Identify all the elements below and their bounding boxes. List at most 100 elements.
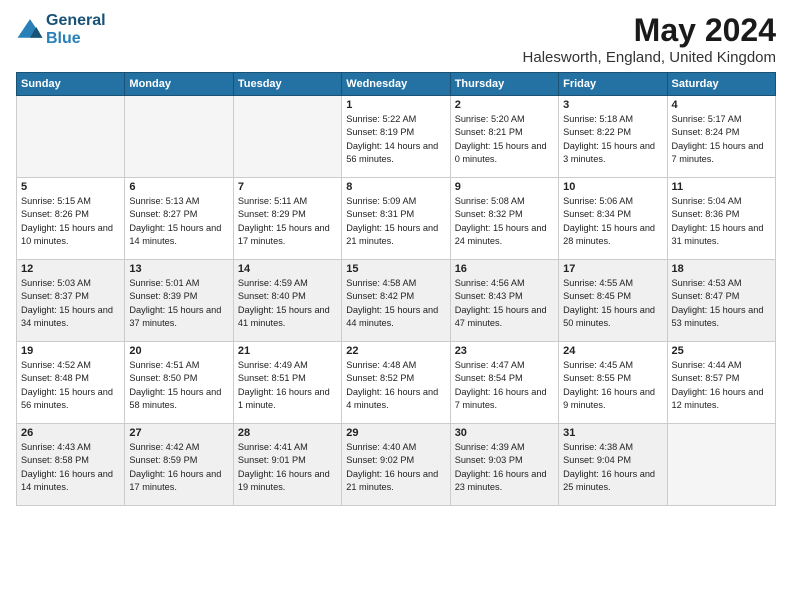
calendar-week-row: 19 Sunrise: 4:52 AMSunset: 8:48 PMDayligh… — [17, 342, 776, 424]
calendar-week-row: 1 Sunrise: 5:22 AMSunset: 8:19 PMDaylight… — [17, 96, 776, 178]
calendar-cell: 5Sunrise: 5:15 AMSunset: 8:26 PMDaylight… — [17, 178, 125, 260]
calendar-cell: 8Sunrise: 5:09 AMSunset: 8:31 PMDaylight… — [342, 178, 450, 260]
day-info: Sunrise: 5:06 AMSunset: 8:34 PMDaylight:… — [563, 195, 662, 248]
header-tuesday: Tuesday — [233, 73, 341, 96]
calendar-cell: 25Sunrise: 4:44 AMSunset: 8:57 PMDayligh… — [667, 342, 775, 424]
calendar-cell: 7Sunrise: 5:11 AMSunset: 8:29 PMDaylight… — [233, 178, 341, 260]
day-number: 29 — [346, 427, 445, 439]
day-number: 17 — [563, 263, 662, 275]
day-number: 13 — [129, 263, 228, 275]
day-number: 10 — [563, 181, 662, 193]
day-info: Sunrise: 4:51 AMSunset: 8:50 PMDaylight:… — [129, 359, 228, 412]
day-info: Sunrise: 4:53 AMSunset: 8:47 PMDaylight:… — [672, 277, 771, 330]
day-info: Sunrise: 5:04 AMSunset: 8:36 PMDaylight:… — [672, 195, 771, 248]
day-number: 21 — [238, 345, 337, 357]
day-info: Sunrise: 5:08 AMSunset: 8:32 PMDaylight:… — [455, 195, 554, 248]
location: Halesworth, England, United Kingdom — [523, 49, 776, 66]
day-number: 9 — [455, 181, 554, 193]
day-info: Sunrise: 4:56 AMSunset: 8:43 PMDaylight:… — [455, 277, 554, 330]
day-number: 5 — [21, 181, 120, 193]
header-sunday: Sunday — [17, 73, 125, 96]
calendar-cell: 1 Sunrise: 5:22 AMSunset: 8:19 PMDaylight… — [342, 96, 450, 178]
day-number: 23 — [455, 345, 554, 357]
day-number: 31 — [563, 427, 662, 439]
day-info: Sunrise: 5:13 AMSunset: 8:27 PMDaylight:… — [129, 195, 228, 248]
calendar-cell: 9 Sunrise: 5:08 AMSunset: 8:32 PMDaylight… — [450, 178, 558, 260]
day-info: Sunrise: 5:20 AMSunset: 8:21 PMDaylight:… — [455, 113, 554, 166]
day-info: Sunrise: 4:42 AMSunset: 8:59 PMDaylight:… — [129, 441, 228, 494]
day-info: Sunrise: 4:44 AMSunset: 8:57 PMDaylight:… — [672, 359, 771, 412]
day-number: 28 — [238, 427, 337, 439]
header-saturday: Saturday — [667, 73, 775, 96]
day-number: 1 — [346, 99, 445, 111]
calendar-cell: 20 Sunrise: 4:51 AMSunset: 8:50 PMDayligh… — [125, 342, 233, 424]
day-info: Sunrise: 4:52 AMSunset: 8:48 PMDaylight:… — [21, 359, 120, 412]
day-info: Sunrise: 4:45 AMSunset: 8:55 PMDaylight:… — [563, 359, 662, 412]
day-info: Sunrise: 5:11 AMSunset: 8:29 PMDaylight:… — [238, 195, 337, 248]
day-info: Sunrise: 5:03 AMSunset: 8:37 PMDaylight:… — [21, 277, 120, 330]
calendar-cell — [125, 96, 233, 178]
calendar-week-row: 5Sunrise: 5:15 AMSunset: 8:26 PMDaylight… — [17, 178, 776, 260]
calendar-cell: 4 Sunrise: 5:17 AMSunset: 8:24 PMDaylight… — [667, 96, 775, 178]
day-number: 3 — [563, 99, 662, 111]
calendar-cell: 11 Sunrise: 5:04 AMSunset: 8:36 PMDayligh… — [667, 178, 775, 260]
day-number: 8 — [346, 181, 445, 193]
header-wednesday: Wednesday — [342, 73, 450, 96]
day-info: Sunrise: 5:18 AMSunset: 8:22 PMDaylight:… — [563, 113, 662, 166]
day-number: 6 — [129, 181, 228, 193]
calendar-cell: 26Sunrise: 4:43 AMSunset: 8:58 PMDayligh… — [17, 424, 125, 506]
page-header: General Blue May 2024 Halesworth, Englan… — [16, 12, 776, 66]
day-number: 24 — [563, 345, 662, 357]
logo-icon — [16, 16, 44, 44]
calendar-cell: 30 Sunrise: 4:39 AMSunset: 9:03 PMDayligh… — [450, 424, 558, 506]
day-number: 14 — [238, 263, 337, 275]
calendar-cell: 23 Sunrise: 4:47 AMSunset: 8:54 PMDayligh… — [450, 342, 558, 424]
calendar-cell — [667, 424, 775, 506]
day-info: Sunrise: 5:22 AMSunset: 8:19 PMDaylight:… — [346, 113, 445, 166]
calendar-cell: 31 Sunrise: 4:38 AMSunset: 9:04 PMDayligh… — [559, 424, 667, 506]
day-number: 30 — [455, 427, 554, 439]
calendar-cell: 2Sunrise: 5:20 AMSunset: 8:21 PMDaylight… — [450, 96, 558, 178]
day-number: 15 — [346, 263, 445, 275]
day-info: Sunrise: 4:49 AMSunset: 8:51 PMDaylight:… — [238, 359, 337, 412]
calendar-cell: 10 Sunrise: 5:06 AMSunset: 8:34 PMDayligh… — [559, 178, 667, 260]
calendar-cell — [17, 96, 125, 178]
logo: General Blue — [16, 12, 106, 48]
day-info: Sunrise: 4:39 AMSunset: 9:03 PMDaylight:… — [455, 441, 554, 494]
day-info: Sunrise: 4:48 AMSunset: 8:52 PMDaylight:… — [346, 359, 445, 412]
header-monday: Monday — [125, 73, 233, 96]
day-number: 4 — [672, 99, 771, 111]
day-info: Sunrise: 4:40 AMSunset: 9:02 PMDaylight:… — [346, 441, 445, 494]
day-number: 20 — [129, 345, 228, 357]
day-info: Sunrise: 4:38 AMSunset: 9:04 PMDaylight:… — [563, 441, 662, 494]
calendar-cell: 18Sunrise: 4:53 AMSunset: 8:47 PMDayligh… — [667, 260, 775, 342]
calendar-cell: 27 Sunrise: 4:42 AMSunset: 8:59 PMDayligh… — [125, 424, 233, 506]
calendar-cell: 21 Sunrise: 4:49 AMSunset: 8:51 PMDayligh… — [233, 342, 341, 424]
calendar-cell: 19 Sunrise: 4:52 AMSunset: 8:48 PMDayligh… — [17, 342, 125, 424]
calendar-cell: 22 Sunrise: 4:48 AMSunset: 8:52 PMDayligh… — [342, 342, 450, 424]
calendar-week-row: 26Sunrise: 4:43 AMSunset: 8:58 PMDayligh… — [17, 424, 776, 506]
day-number: 27 — [129, 427, 228, 439]
calendar-cell — [233, 96, 341, 178]
calendar-cell: 28 Sunrise: 4:41 AMSunset: 9:01 PMDayligh… — [233, 424, 341, 506]
day-info: Sunrise: 5:01 AMSunset: 8:39 PMDaylight:… — [129, 277, 228, 330]
calendar-cell: 17Sunrise: 4:55 AMSunset: 8:45 PMDayligh… — [559, 260, 667, 342]
calendar-cell: 14 Sunrise: 4:59 AMSunset: 8:40 PMDayligh… — [233, 260, 341, 342]
day-info: Sunrise: 4:58 AMSunset: 8:42 PMDaylight:… — [346, 277, 445, 330]
calendar-cell: 29 Sunrise: 4:40 AMSunset: 9:02 PMDayligh… — [342, 424, 450, 506]
day-info: Sunrise: 4:41 AMSunset: 9:01 PMDaylight:… — [238, 441, 337, 494]
page-container: General Blue May 2024 Halesworth, Englan… — [0, 0, 792, 514]
calendar-week-row: 12Sunrise: 5:03 AMSunset: 8:37 PMDayligh… — [17, 260, 776, 342]
month-title: May 2024 — [523, 12, 776, 49]
day-info: Sunrise: 5:17 AMSunset: 8:24 PMDaylight:… — [672, 113, 771, 166]
day-number: 16 — [455, 263, 554, 275]
day-number: 22 — [346, 345, 445, 357]
calendar-cell: 16 Sunrise: 4:56 AMSunset: 8:43 PMDayligh… — [450, 260, 558, 342]
header-friday: Friday — [559, 73, 667, 96]
header-thursday: Thursday — [450, 73, 558, 96]
day-number: 11 — [672, 181, 771, 193]
day-info: Sunrise: 4:47 AMSunset: 8:54 PMDaylight:… — [455, 359, 554, 412]
day-info: Sunrise: 4:59 AMSunset: 8:40 PMDaylight:… — [238, 277, 337, 330]
day-number: 19 — [21, 345, 120, 357]
title-block: May 2024 Halesworth, England, United Kin… — [523, 12, 776, 66]
